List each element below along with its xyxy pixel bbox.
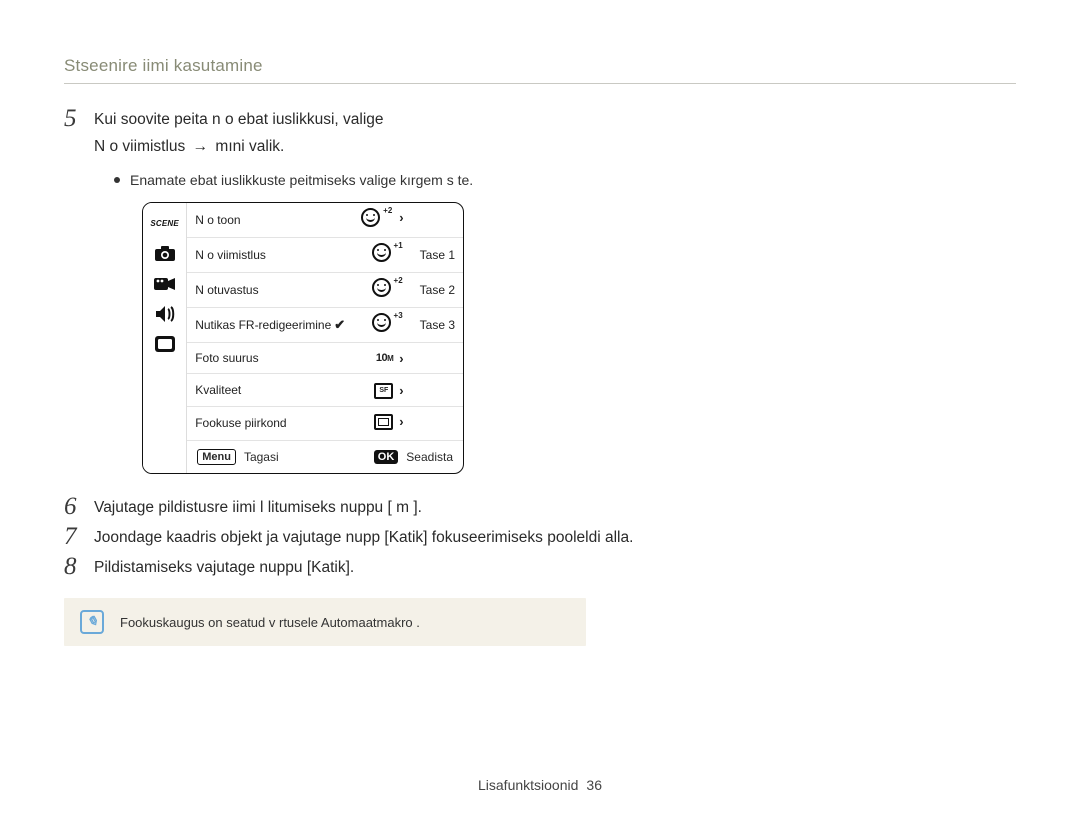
step-number: 6 [64, 494, 94, 520]
focus-area-icon [374, 414, 393, 430]
menu-row-focus-area: Fookuse piirkond › [187, 406, 463, 439]
step-7: 7 Joondage kaadris objekt ja vajutage nu… [64, 526, 1016, 550]
size-10m-icon: 10M [376, 350, 393, 367]
sound-icon [150, 303, 180, 325]
menu-row-face-detect: N otuvastus +2 Tase 2 [187, 273, 463, 308]
menu-row-photo-size: Foto suurus 10M› [187, 343, 463, 374]
ok-button-icon[interactable]: OK [374, 450, 399, 464]
face-icon [372, 278, 391, 297]
menu-row-face-retouch: N o viimistlus +1 Tase 1 [187, 238, 463, 273]
face-icon [372, 313, 391, 332]
menu-table: N o toon +2› N o viimistlus +1 [187, 203, 463, 440]
menu-sidebar: SCENE [143, 203, 187, 473]
quality-icon: SF [374, 383, 393, 399]
face-icon [372, 243, 391, 262]
video-icon [150, 273, 180, 295]
step-5-line1: Kui soovite peita n o ebat iuslikkusi, v… [94, 108, 473, 131]
step-6: 6 Vajutage pildistusre iimi l litumiseks… [64, 496, 1016, 520]
chevron-right-icon: › [397, 412, 403, 432]
menu-row-smart-fr: Nutikas FR-redigeerimine✔ +3 Tase 3 [187, 308, 463, 343]
bullet-icon [114, 177, 120, 183]
step-number: 7 [64, 524, 94, 550]
camera-icon [150, 243, 180, 265]
menu-row-quality: Kvaliteet SF› [187, 374, 463, 407]
check-icon: ✔ [334, 317, 345, 332]
step-number: 5 [64, 106, 94, 132]
chevron-right-icon: › [397, 381, 403, 401]
step-5-line2: N o viimistlus → mıni valik. [94, 135, 473, 158]
option-level-1[interactable]: Tase 1 [412, 238, 463, 273]
page-footer: Lisafunktsioonid36 [0, 777, 1080, 793]
chevron-right-icon: › [397, 208, 403, 228]
step-number: 8 [64, 554, 94, 580]
option-level-3[interactable]: Tase 3 [412, 308, 463, 343]
menu-footer: MenuTagasi OKSeadista [187, 440, 463, 473]
display-icon [150, 333, 180, 355]
option-level-2[interactable]: Tase 2 [412, 273, 463, 308]
step-5-bullet: Enamate ebat iuslikkuste peitmiseks vali… [114, 169, 473, 192]
step-8: 8 Pildistamiseks vajutage nuppu [Katik]. [64, 556, 1016, 580]
chevron-right-icon: › [397, 349, 403, 369]
step-5: 5 Kui soovite peita n o ebat iuslikkusi,… [64, 108, 1016, 490]
note-box: ✎ Fookuskaugus on seatud v rtusele Autom… [64, 598, 586, 646]
arrow-icon: → [190, 138, 212, 155]
camera-menu-figure: SCENE [142, 202, 464, 474]
face-icon [361, 208, 380, 227]
scene-mode-icon: SCENE [150, 213, 180, 235]
section-title: Stseenire iimi kasutamine [64, 54, 1016, 84]
note-icon: ✎ [80, 610, 104, 634]
menu-button-icon[interactable]: Menu [197, 449, 236, 465]
menu-row-face-tone: N o toon +2› [187, 203, 463, 238]
